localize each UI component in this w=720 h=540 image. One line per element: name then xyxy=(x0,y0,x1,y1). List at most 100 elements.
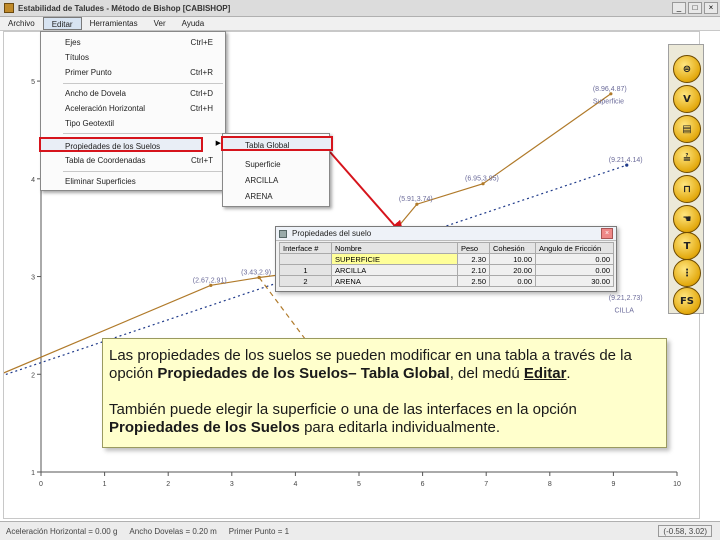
col-friccion[interactable]: Angulo de Fricción xyxy=(535,242,614,254)
point-label: (9.21,2.73) xyxy=(609,295,643,302)
cell-cohesion[interactable]: 10.00 xyxy=(489,253,536,265)
row-id: 1 xyxy=(279,264,332,276)
t-icon[interactable]: T xyxy=(673,232,701,260)
close-icon[interactable]: × xyxy=(704,2,718,14)
soil-properties-table: Interface # Nombre Peso Cohesión Angulo … xyxy=(279,242,614,287)
cell-cohesion[interactable]: 0.00 xyxy=(489,275,536,287)
menu-ayuda[interactable]: Ayuda xyxy=(174,17,213,30)
maximize-icon[interactable]: □ xyxy=(688,2,702,14)
cell-friccion[interactable]: 0.00 xyxy=(535,264,614,276)
point-label: (8.96,4.87) xyxy=(593,86,627,93)
window-controls: _ □ × xyxy=(672,2,718,14)
row-id: 2 xyxy=(279,275,332,287)
x-tick-label: 8 xyxy=(548,481,552,488)
x-tick-label: 0 xyxy=(39,481,43,488)
menu-item-propiedades-suelos[interactable]: Propiedades de los Suelos xyxy=(39,137,203,152)
dialog-title-bar: Propiedades del suelo × xyxy=(276,227,616,241)
menu-herramientas[interactable]: Herramientas xyxy=(82,17,146,30)
point-label: CILLA xyxy=(614,308,634,315)
x-tick-label: 7 xyxy=(484,481,488,488)
point-label: (5.91,3.74) xyxy=(399,196,433,203)
cell-name[interactable]: SUPERFICIE xyxy=(331,253,458,265)
title-bar: Estabilidad de Taludes - Método de Bisho… xyxy=(0,0,720,17)
status-ancho: Ancho Dovelas = 0.20 m xyxy=(129,526,217,536)
submenu-tabla-global[interactable]: Tabla Global xyxy=(221,136,333,151)
x-tick-label: 9 xyxy=(611,481,615,488)
menu-item-ejes[interactable]: Ejes Ctrl+E xyxy=(41,35,227,50)
soil-properties-dialog: Propiedades del suelo × Interface # Nomb… xyxy=(275,226,617,292)
level-icon[interactable]: ≟ xyxy=(673,145,701,173)
y-tick-label: 5 xyxy=(31,79,35,86)
table-row[interactable]: 2 ARENA 2.50 0.00 30.00 xyxy=(279,275,614,287)
col-nombre[interactable]: Nombre xyxy=(331,242,458,254)
status-accel: Aceleración Horizontal = 0.00 g xyxy=(6,526,118,536)
window-title: Estabilidad de Taludes - Método de Bisho… xyxy=(18,3,231,13)
status-bar: Aceleración Horizontal = 0.00 g Ancho Do… xyxy=(0,521,720,540)
col-interface[interactable]: Interface # xyxy=(279,242,332,254)
dialog-icon xyxy=(279,230,287,238)
note-paragraph-2: También puede elegir la superficie o una… xyxy=(109,401,577,436)
dialog-title: Propiedades del suelo xyxy=(292,229,372,238)
propiedades-submenu: Tabla Global Superficie ARCILLA ARENA xyxy=(221,133,333,207)
submenu-superficie[interactable]: Superficie xyxy=(223,157,331,172)
cell-name[interactable]: ARENA xyxy=(331,275,458,287)
cell-peso[interactable]: 2.50 xyxy=(457,275,490,287)
y-tick-label: 4 xyxy=(31,177,35,184)
menu-item-primer-punto[interactable]: Primer Punto Ctrl+R xyxy=(41,65,227,80)
frame-icon[interactable]: ⊓ xyxy=(673,175,701,203)
menu-editar[interactable]: Editar xyxy=(42,17,82,30)
menu-item-aceleracion[interactable]: Aceleración Horizontal Ctrl+H xyxy=(41,101,227,116)
cell-peso[interactable]: 2.10 xyxy=(457,264,490,276)
menu-separator xyxy=(63,133,223,134)
y-tick-label: 1 xyxy=(31,470,35,477)
status-primer-punto: Primer Punto = 1 xyxy=(228,526,290,536)
slip-icon[interactable]: ⋮ xyxy=(673,259,701,287)
col-cohesion[interactable]: Cohesión xyxy=(489,242,536,254)
coin-icon[interactable]: ⊜ xyxy=(673,55,701,83)
table-header-row: Interface # Nombre Peso Cohesión Angulo … xyxy=(279,242,614,254)
menu-separator xyxy=(63,83,223,84)
point-label: Superficie xyxy=(593,99,624,106)
cell-peso[interactable]: 2.30 xyxy=(457,253,490,265)
x-tick-label: 10 xyxy=(673,481,681,488)
submenu-arcilla[interactable]: ARCILLA xyxy=(223,173,331,188)
point-label: (6.95,3.95) xyxy=(465,176,499,183)
row-id xyxy=(279,253,332,265)
x-tick-label: 6 xyxy=(421,481,425,488)
y-tick-label: 3 xyxy=(31,275,35,282)
point-label: (2.67,2.91) xyxy=(193,277,227,284)
point-label: (9.21,4.14) xyxy=(609,157,643,164)
point-label: (3.43,2.9) xyxy=(241,270,271,277)
menu-ver[interactable]: Ver xyxy=(146,17,174,30)
tool-palette: ⊜ V ▤ ≟ ⊓ ☚ T ⋮ FS xyxy=(668,44,704,315)
hand-icon[interactable]: ☚ xyxy=(673,205,701,233)
fs-icon[interactable]: FS xyxy=(673,287,701,315)
col-peso[interactable]: Peso xyxy=(457,242,490,254)
instruction-note: Las propiedades de los suelos se pueden … xyxy=(102,338,667,448)
menu-item-titulos[interactable]: Títulos xyxy=(41,50,227,65)
status-coordinates: (-0.58, 3.02) xyxy=(658,525,712,537)
cell-cohesion[interactable]: 20.00 xyxy=(489,264,536,276)
dialog-close-icon[interactable]: × xyxy=(601,228,613,239)
menu-item-geotextil[interactable]: Tipo Geotextil xyxy=(41,116,227,131)
minimize-icon[interactable]: _ xyxy=(672,2,686,14)
submenu-arena[interactable]: ARENA xyxy=(223,189,331,204)
cell-friccion[interactable]: 0.00 xyxy=(535,253,614,265)
cell-name[interactable]: ARCILLA xyxy=(331,264,458,276)
table-icon[interactable]: ▤ xyxy=(673,115,701,143)
x-tick-label: 2 xyxy=(166,481,170,488)
menu-item-eliminar-superficies[interactable]: Eliminar Superficies xyxy=(41,174,227,189)
menu-item-ancho-dovela[interactable]: Ancho de Dovela Ctrl+D xyxy=(41,86,227,101)
y-tick-label: 2 xyxy=(31,372,35,379)
menu-archivo[interactable]: Archivo xyxy=(0,17,43,30)
cell-friccion[interactable]: 30.00 xyxy=(535,275,614,287)
menu-bar: Archivo Editar Herramientas Ver Ayuda xyxy=(0,17,720,31)
menu-item-tabla-coordenadas[interactable]: Tabla de Coordenadas Ctrl+T xyxy=(41,153,227,168)
table-row[interactable]: SUPERFICIE 2.30 10.00 0.00 xyxy=(279,253,614,265)
app-icon xyxy=(4,3,14,13)
v-arrow-icon[interactable]: V xyxy=(673,85,701,113)
x-tick-label: 1 xyxy=(103,481,107,488)
menu-separator xyxy=(63,171,223,172)
x-tick-label: 5 xyxy=(357,481,361,488)
table-row[interactable]: 1 ARCILLA 2.10 20.00 0.00 xyxy=(279,264,614,276)
